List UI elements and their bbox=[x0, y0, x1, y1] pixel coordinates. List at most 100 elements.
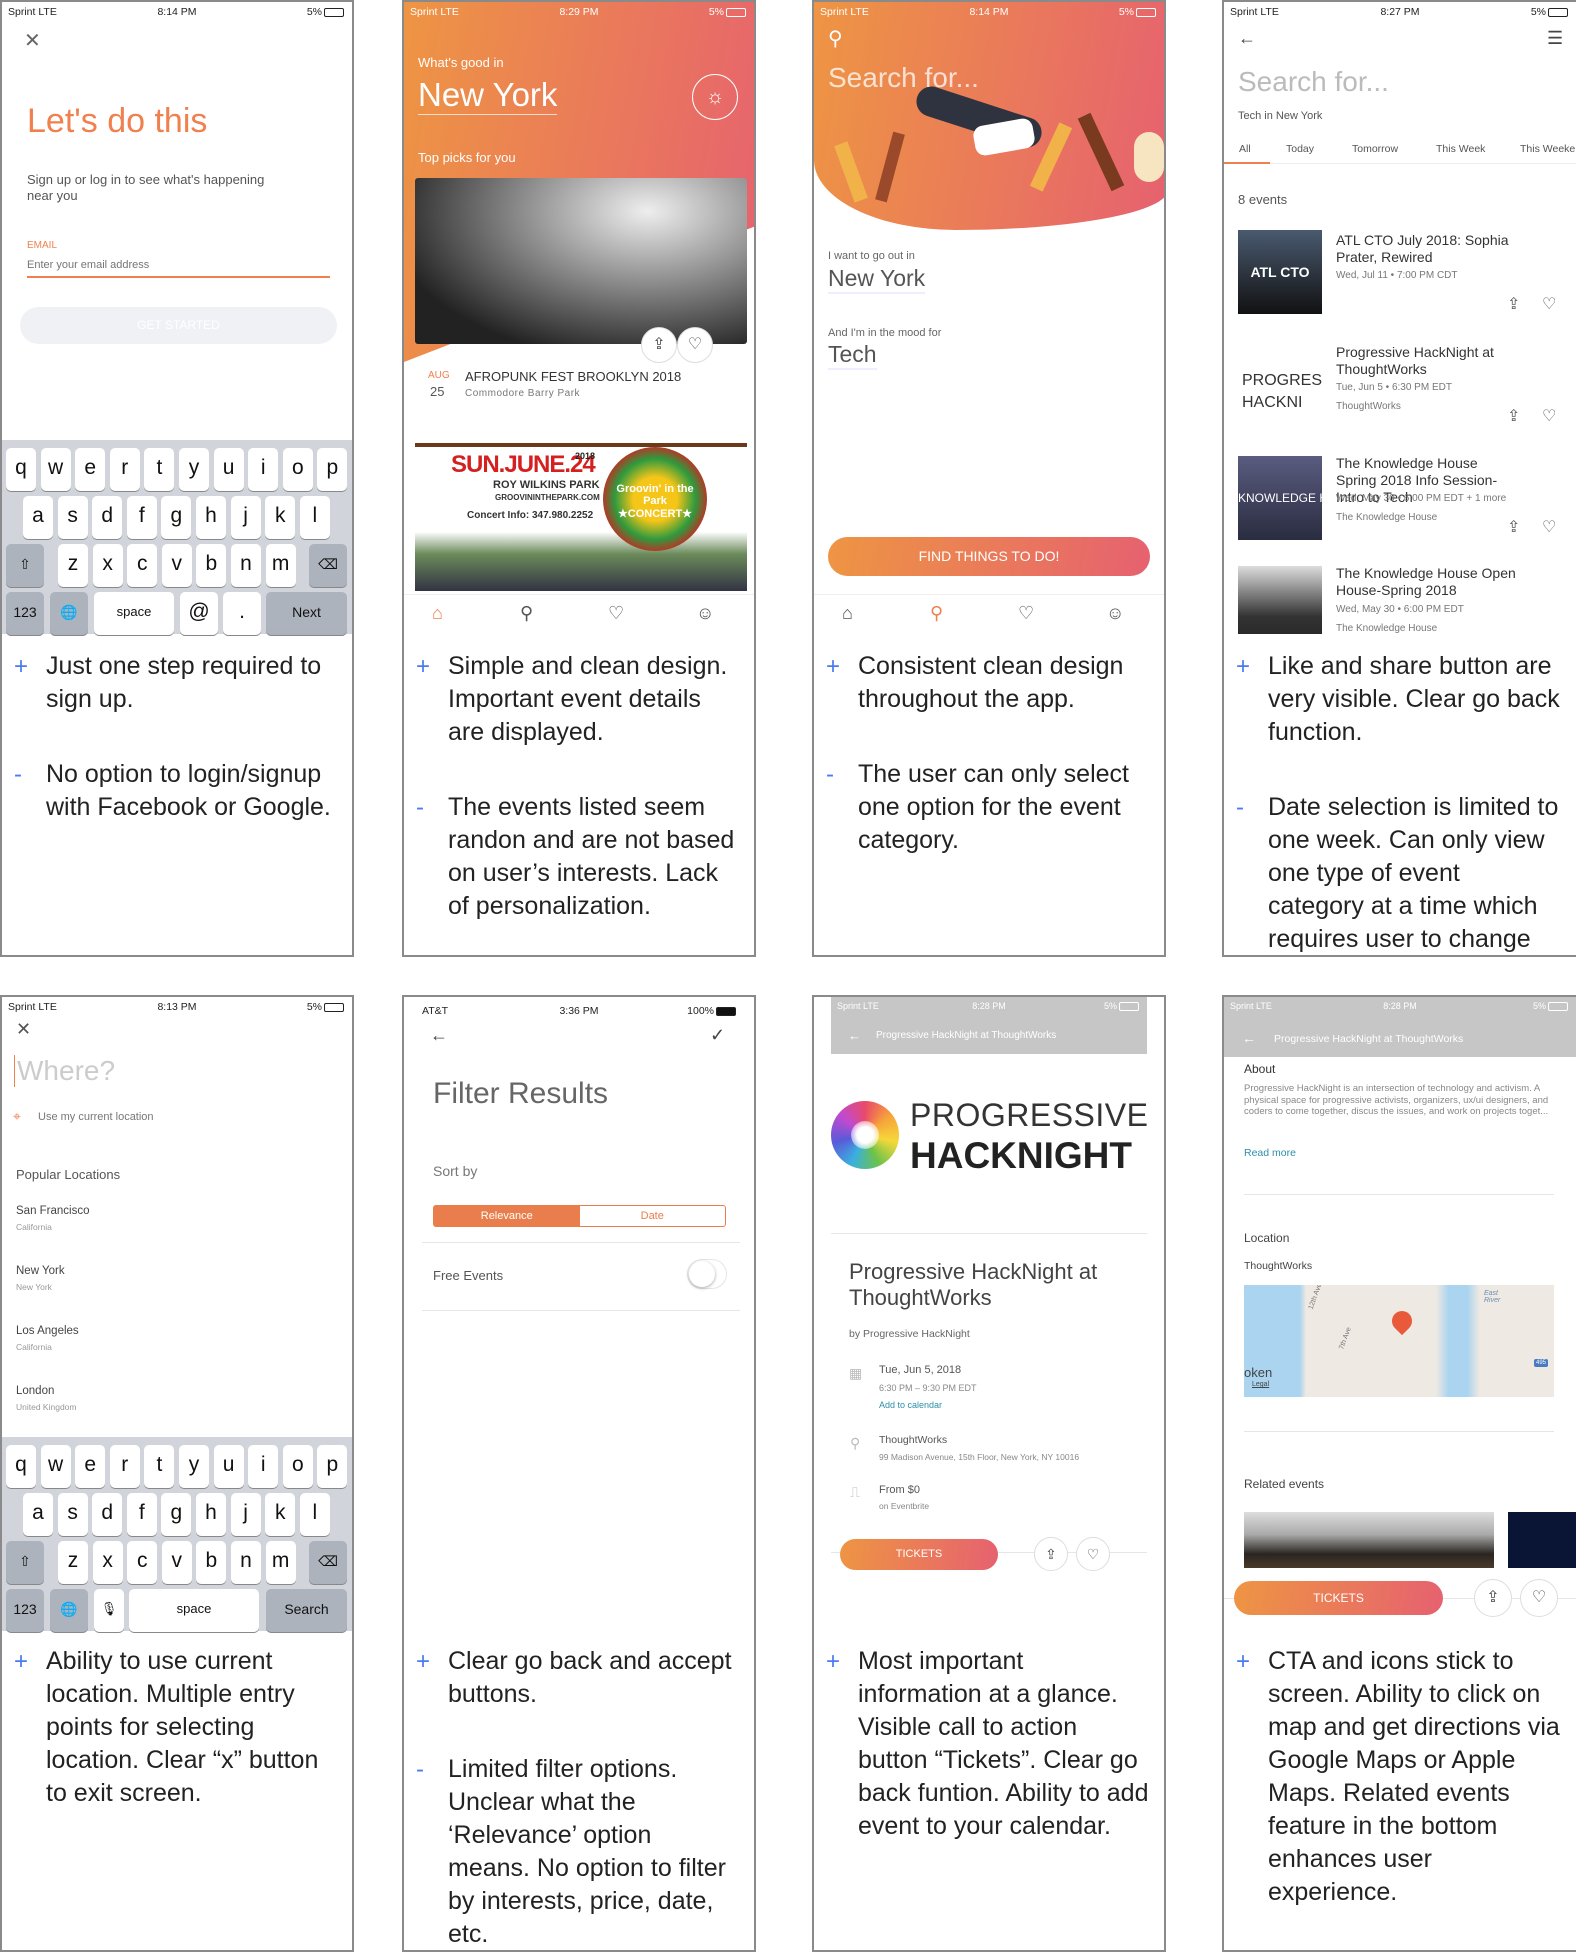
location-item[interactable]: Los Angeles California bbox=[16, 1325, 79, 1352]
map-legal-link[interactable]: Legal bbox=[1252, 1381, 1269, 1388]
share-icon[interactable]: ⇪ bbox=[641, 327, 677, 363]
tab-tomorrow[interactable]: Tomorrow bbox=[1352, 143, 1398, 155]
key-j[interactable]: j bbox=[230, 496, 261, 539]
delete-key[interactable]: ⌫ bbox=[309, 544, 347, 587]
related-event-image[interactable] bbox=[1508, 1512, 1576, 1568]
key-g[interactable]: g bbox=[161, 1493, 192, 1536]
tab-today[interactable]: Today bbox=[1286, 143, 1314, 155]
location-target-icon[interactable]: ⌖ bbox=[13, 1108, 21, 1125]
key-z[interactable]: z bbox=[58, 544, 88, 587]
key-r[interactable]: r bbox=[109, 1445, 140, 1488]
key-x[interactable]: x bbox=[92, 1541, 123, 1584]
key-t[interactable]: t bbox=[144, 1445, 175, 1488]
tab-this-weekend[interactable]: This Weeke bbox=[1520, 143, 1575, 155]
key-t[interactable]: t bbox=[144, 448, 175, 491]
map[interactable]: 12th Ave 7th Ave East River oken Legal 4… bbox=[1244, 1285, 1554, 1397]
key-h[interactable]: h bbox=[196, 1493, 226, 1536]
key-s[interactable]: s bbox=[57, 1493, 88, 1536]
event-row[interactable]: The Knowledge House Open House-Spring 20… bbox=[1224, 564, 1576, 634]
search-key[interactable]: Search bbox=[266, 1589, 347, 1632]
sun-icon[interactable]: ☼ bbox=[692, 74, 738, 120]
share-icon[interactable]: ⇪ bbox=[1507, 406, 1520, 426]
key-o[interactable]: o bbox=[282, 448, 313, 491]
profile-icon[interactable]: ☺ bbox=[1106, 603, 1124, 624]
numbers-key[interactable]: 123 bbox=[6, 592, 44, 635]
email-input[interactable] bbox=[27, 254, 330, 278]
get-started-button[interactable]: GET STARTED bbox=[20, 307, 337, 344]
accept-check-icon[interactable]: ✓ bbox=[710, 1025, 725, 1046]
key-y[interactable]: y bbox=[179, 448, 209, 491]
heart-icon[interactable]: ♡ bbox=[1520, 1579, 1558, 1617]
heart-icon[interactable]: ♡ bbox=[1542, 294, 1556, 314]
dot-key[interactable]: . bbox=[223, 592, 261, 635]
key-u[interactable]: u bbox=[213, 1445, 244, 1488]
heart-icon[interactable]: ♡ bbox=[1542, 517, 1556, 537]
location-item[interactable]: New York New York bbox=[16, 1265, 65, 1292]
heart-icon[interactable]: ♡ bbox=[1018, 603, 1034, 624]
globe-key[interactable]: 🌐 bbox=[50, 1589, 88, 1632]
key-o[interactable]: o bbox=[282, 1445, 313, 1488]
heart-icon[interactable]: ♡ bbox=[1076, 1537, 1110, 1571]
key-m[interactable]: m bbox=[265, 1541, 296, 1584]
key-h[interactable]: h bbox=[196, 496, 226, 539]
sort-relevance[interactable]: Relevance bbox=[434, 1206, 580, 1226]
key-n[interactable]: n bbox=[231, 544, 261, 587]
key-k[interactable]: k bbox=[265, 1493, 296, 1536]
globe-key[interactable]: 🌐 bbox=[50, 592, 88, 635]
city-selector[interactable]: New York bbox=[418, 76, 558, 115]
key-d[interactable]: d bbox=[92, 496, 123, 539]
key-c[interactable]: c bbox=[127, 1541, 158, 1584]
mic-key[interactable]: 🎙 bbox=[94, 1589, 124, 1632]
key-b[interactable]: b bbox=[196, 544, 227, 587]
use-current-location[interactable]: Use my current location bbox=[38, 1111, 154, 1123]
key-f[interactable]: f bbox=[126, 496, 157, 539]
heart-icon[interactable]: ♡ bbox=[608, 603, 624, 624]
heart-icon[interactable]: ♡ bbox=[677, 327, 713, 363]
mood-field[interactable]: Tech bbox=[828, 341, 877, 370]
free-events-toggle[interactable] bbox=[687, 1259, 727, 1289]
tab-all[interactable]: All bbox=[1239, 143, 1251, 155]
key-v[interactable]: v bbox=[161, 1541, 192, 1584]
key-f[interactable]: f bbox=[126, 1493, 157, 1536]
key-a[interactable]: a bbox=[23, 496, 53, 539]
back-arrow-icon[interactable]: ← bbox=[848, 1028, 861, 1043]
back-arrow-icon[interactable]: ← bbox=[1242, 1030, 1256, 1046]
find-things-button[interactable]: FIND THINGS TO DO! bbox=[828, 537, 1150, 576]
key-v[interactable]: v bbox=[161, 544, 192, 587]
back-arrow-icon[interactable]: ← bbox=[1238, 28, 1256, 49]
key-y[interactable]: y bbox=[179, 1445, 209, 1488]
key-w[interactable]: w bbox=[40, 1445, 71, 1488]
key-q[interactable]: q bbox=[6, 448, 36, 491]
key-a[interactable]: a bbox=[23, 1493, 53, 1536]
key-u[interactable]: u bbox=[213, 448, 244, 491]
search-icon[interactable]: ⚲ bbox=[520, 603, 533, 624]
home-icon[interactable]: ⌂ bbox=[432, 603, 443, 624]
sort-date[interactable]: Date bbox=[580, 1206, 726, 1226]
related-event-image[interactable] bbox=[1244, 1512, 1494, 1568]
shift-key[interactable]: ⇧ bbox=[6, 544, 44, 587]
numbers-key[interactable]: 123 bbox=[6, 1589, 44, 1632]
key-p[interactable]: p bbox=[317, 448, 348, 491]
key-c[interactable]: c bbox=[127, 544, 158, 587]
heart-icon[interactable]: ♡ bbox=[1542, 406, 1556, 426]
key-w[interactable]: w bbox=[40, 448, 71, 491]
event-row[interactable]: PROGRES HACKNI Progressive HackNight at … bbox=[1224, 342, 1576, 447]
key-e[interactable]: e bbox=[75, 448, 106, 491]
delete-key[interactable]: ⌫ bbox=[309, 1541, 347, 1584]
key-i[interactable]: i bbox=[248, 448, 279, 491]
event-row[interactable]: KNOWLEDGE H The Knowledge House Spring 2… bbox=[1224, 453, 1576, 558]
close-icon[interactable]: ✕ bbox=[16, 1019, 31, 1040]
share-icon[interactable]: ⇪ bbox=[1034, 1537, 1068, 1571]
search-input[interactable]: Search for... bbox=[828, 62, 979, 94]
event-title[interactable]: AFROPUNK FEST BROOKLYN 2018 bbox=[465, 369, 681, 384]
key-s[interactable]: s bbox=[57, 496, 88, 539]
key-l[interactable]: l bbox=[299, 496, 330, 539]
home-icon[interactable]: ⌂ bbox=[842, 603, 853, 624]
key-z[interactable]: z bbox=[58, 1541, 88, 1584]
search-icon[interactable]: ⚲ bbox=[828, 26, 843, 51]
add-to-calendar-link[interactable]: Add to calendar bbox=[879, 1400, 942, 1410]
space-key[interactable]: space bbox=[129, 1589, 259, 1632]
share-icon[interactable]: ⇪ bbox=[1474, 1579, 1512, 1617]
event-poster[interactable]: SUN.JUNE.24 2018 ROY WILKINS PARK GROOVI… bbox=[415, 443, 747, 591]
key-m[interactable]: m bbox=[265, 544, 296, 587]
